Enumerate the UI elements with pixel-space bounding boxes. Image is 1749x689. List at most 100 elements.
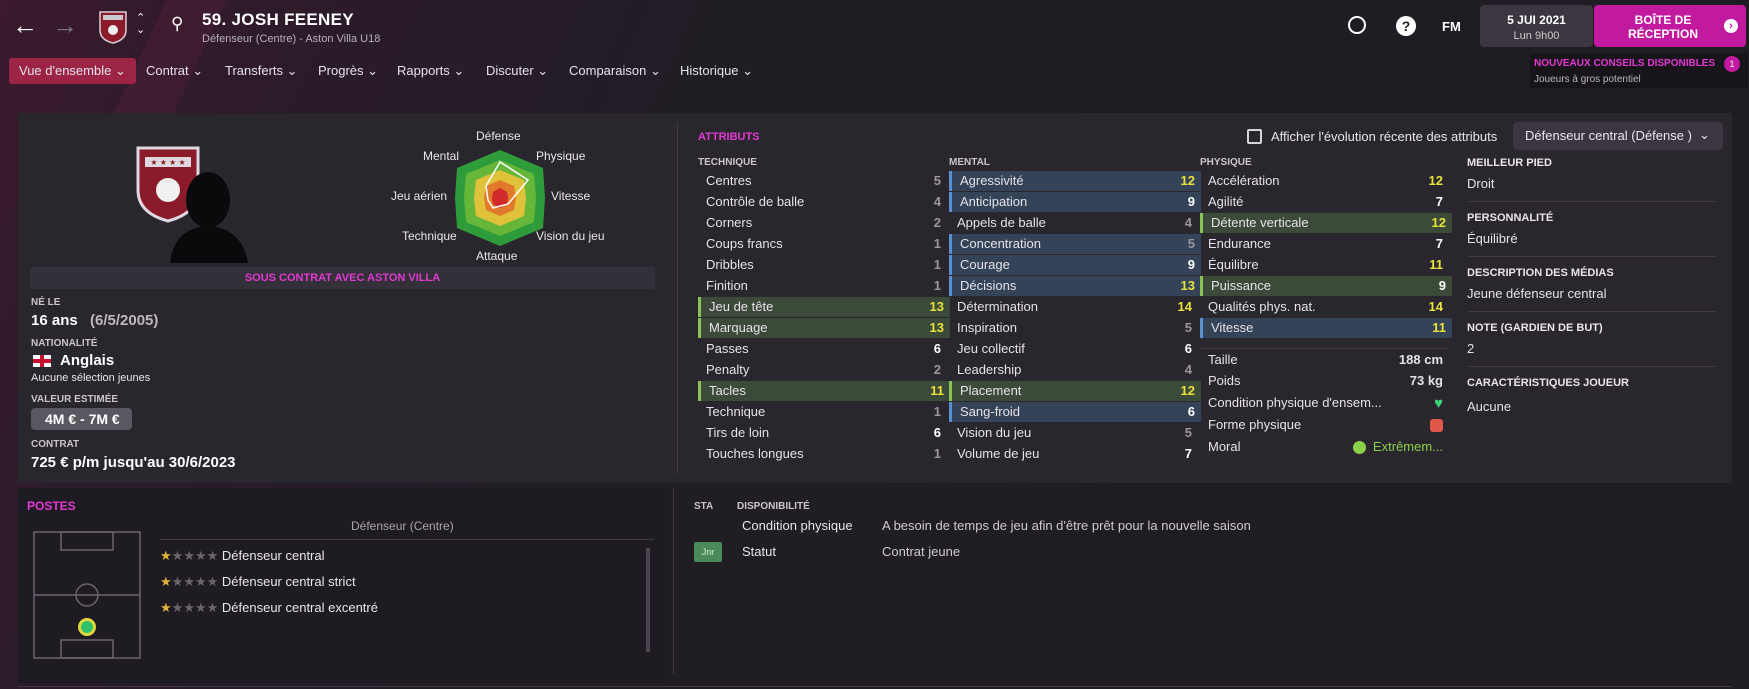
- attribute-name: Jeu de tête: [709, 299, 774, 314]
- attribute-row[interactable]: Tacles 11: [698, 381, 950, 401]
- tab-transfers[interactable]: Transferts ⌄: [225, 58, 298, 84]
- tab-overview[interactable]: Vue d'ensemble ⌄: [9, 58, 136, 84]
- attribute-name: Détermination: [957, 299, 1038, 314]
- preferred-foot: Droit: [1467, 176, 1495, 191]
- attribute-value: 5: [1184, 320, 1192, 335]
- star-icon: ★: [171, 548, 184, 563]
- nationality[interactable]: Anglais: [60, 352, 114, 369]
- role-row[interactable]: ★★★★★ Défenseur central: [160, 548, 325, 564]
- height-row: Taille 188 cm: [1200, 350, 1449, 370]
- physique-header: PHYSIQUE: [1200, 157, 1252, 168]
- inbox-button[interactable]: BOÎTE DE RÉCEPTION ›: [1594, 5, 1746, 47]
- side-divider: [1467, 366, 1717, 367]
- help-icon[interactable]: ?: [1396, 16, 1416, 36]
- role-stars: ★★★★★: [160, 574, 218, 589]
- notification-panel[interactable]: NOUVEAUX CONSEILS DISPONIBLES Joueurs à …: [1530, 54, 1748, 88]
- forward-arrow-icon[interactable]: →: [52, 10, 78, 41]
- attribute-row[interactable]: Anticipation 9: [949, 192, 1201, 212]
- status-row-text: Contrat jeune: [882, 544, 961, 559]
- junior-badge: Jnr: [694, 542, 722, 562]
- attribute-row[interactable]: Finition 1: [698, 276, 947, 296]
- attribute-row[interactable]: Corners 2: [698, 213, 947, 233]
- attribute-row[interactable]: Décisions 13: [949, 276, 1201, 296]
- attribute-row[interactable]: Équilibre 11: [1200, 255, 1449, 275]
- club-crest-icon[interactable]: [98, 10, 128, 44]
- radar-label-defense: Défense: [476, 129, 521, 143]
- attribute-row[interactable]: Endurance 7: [1200, 234, 1449, 254]
- contract-details[interactable]: 725 € p/m jusqu'au 30/6/2023: [31, 454, 236, 471]
- attribute-name: Finition: [706, 278, 748, 293]
- date-continue-box[interactable]: 5 JUI 2021 Lun 9h00: [1480, 5, 1593, 47]
- roles-scrollbar[interactable]: [646, 548, 650, 652]
- attribute-row[interactable]: Dribbles 1: [698, 255, 947, 275]
- role-row[interactable]: ★★★★★ Défenseur central strict: [160, 574, 356, 590]
- attribute-row[interactable]: Penalty 2: [698, 360, 947, 380]
- attribute-row[interactable]: Inspiration 5: [949, 318, 1198, 338]
- tab-discuss[interactable]: Discuter ⌄: [486, 58, 548, 84]
- globe-icon[interactable]: [1348, 16, 1366, 34]
- notification-title: NOUVEAUX CONSEILS DISPONIBLES: [1534, 58, 1716, 69]
- morale-label: Moral: [1208, 439, 1241, 454]
- attribute-value: 1: [933, 404, 941, 419]
- attribute-row[interactable]: Jeu de tête 13: [698, 297, 950, 317]
- attribute-row[interactable]: Centres 5: [698, 171, 947, 191]
- attribute-row[interactable]: Accélération 12: [1200, 171, 1449, 191]
- back-arrow-icon[interactable]: ←: [12, 10, 38, 41]
- tab-history[interactable]: Historique ⌄: [680, 58, 753, 84]
- attribute-row[interactable]: Volume de jeu 7: [949, 444, 1198, 464]
- sta-header: STA: [694, 501, 714, 512]
- role-select-value: Défenseur central (Défense ): [1525, 128, 1692, 143]
- date-of-birth: (6/5/2005): [90, 312, 159, 329]
- attribute-row[interactable]: Touches longues 1: [698, 444, 947, 464]
- attribute-row[interactable]: Agilité 7: [1200, 192, 1449, 212]
- role-label: Défenseur central: [218, 548, 325, 563]
- attribute-row[interactable]: Coups francs 1: [698, 234, 947, 254]
- attribute-row[interactable]: Détermination 14: [949, 297, 1198, 317]
- current-time: Lun 9h00: [1513, 30, 1560, 42]
- attribute-evolution-checkbox[interactable]: [1247, 129, 1262, 144]
- tab-label: Discuter: [486, 63, 534, 78]
- star-icon: ★: [160, 600, 172, 615]
- attribute-row[interactable]: Jeu collectif 6: [949, 339, 1198, 359]
- fm-menu-button[interactable]: FM: [1442, 19, 1461, 34]
- attribute-row[interactable]: Qualités phys. nat. 14: [1200, 297, 1449, 317]
- born-label: NÉ LE: [31, 297, 61, 308]
- attribute-name: Coups francs: [706, 236, 783, 251]
- attribute-row[interactable]: Détente verticale 12: [1200, 213, 1452, 233]
- international-caps: Aucune sélection jeunes: [31, 372, 151, 384]
- attribute-row[interactable]: Tirs de loin 6: [698, 423, 947, 443]
- attribute-row[interactable]: Courage 9: [949, 255, 1201, 275]
- tab-contract[interactable]: Contrat ⌄: [146, 58, 203, 84]
- attribute-value: 6: [933, 341, 941, 356]
- attribute-row[interactable]: Vitesse 11: [1200, 318, 1452, 338]
- attribute-row[interactable]: Leadership 4: [949, 360, 1198, 380]
- role-row[interactable]: ★★★★★ Défenseur central excentré: [160, 600, 378, 616]
- role-select[interactable]: Défenseur central (Défense ) ⌄: [1513, 122, 1723, 150]
- crest-switch-chevrons-icon[interactable]: ⌃ ⌄: [136, 12, 145, 36]
- form-label: Forme physique: [1208, 417, 1302, 432]
- attribute-row[interactable]: Concentration 5: [949, 234, 1201, 254]
- attribute-row[interactable]: Passes 6: [698, 339, 947, 359]
- main-position: Défenseur (Centre): [351, 519, 454, 533]
- attribute-row[interactable]: Agressivité 12: [949, 171, 1201, 191]
- tab-reports[interactable]: Rapports ⌄: [397, 58, 464, 84]
- page-subtitle[interactable]: Défenseur (Centre) - Aston Villa U18: [202, 33, 380, 45]
- attribute-name: Accélération: [1208, 173, 1280, 188]
- tab-comparison[interactable]: Comparaison ⌄: [569, 58, 661, 84]
- tab-label: Comparaison: [569, 63, 647, 78]
- attribute-row[interactable]: Puissance 9: [1200, 276, 1452, 296]
- attribute-name: Puissance: [1211, 278, 1271, 293]
- attribute-name: Équilibre: [1208, 257, 1259, 272]
- attribute-row[interactable]: Placement 12: [949, 381, 1201, 401]
- tab-progress[interactable]: Progrès ⌄: [318, 58, 378, 84]
- attribute-row[interactable]: Vision du jeu 5: [949, 423, 1198, 443]
- search-icon[interactable]: ⚲: [171, 14, 183, 34]
- attribute-row[interactable]: Sang-froid 6: [949, 402, 1201, 422]
- attribute-row[interactable]: Contrôle de balle 4: [698, 192, 947, 212]
- attribute-row[interactable]: Marquage 13: [698, 318, 950, 338]
- heart-icon: ♥: [1434, 395, 1443, 412]
- attribute-row[interactable]: Technique 1: [698, 402, 947, 422]
- attribute-evolution-label[interactable]: Afficher l'évolution récente des attribu…: [1271, 129, 1497, 144]
- pitch-diagram[interactable]: [33, 531, 141, 659]
- attribute-row[interactable]: Appels de balle 4: [949, 213, 1198, 233]
